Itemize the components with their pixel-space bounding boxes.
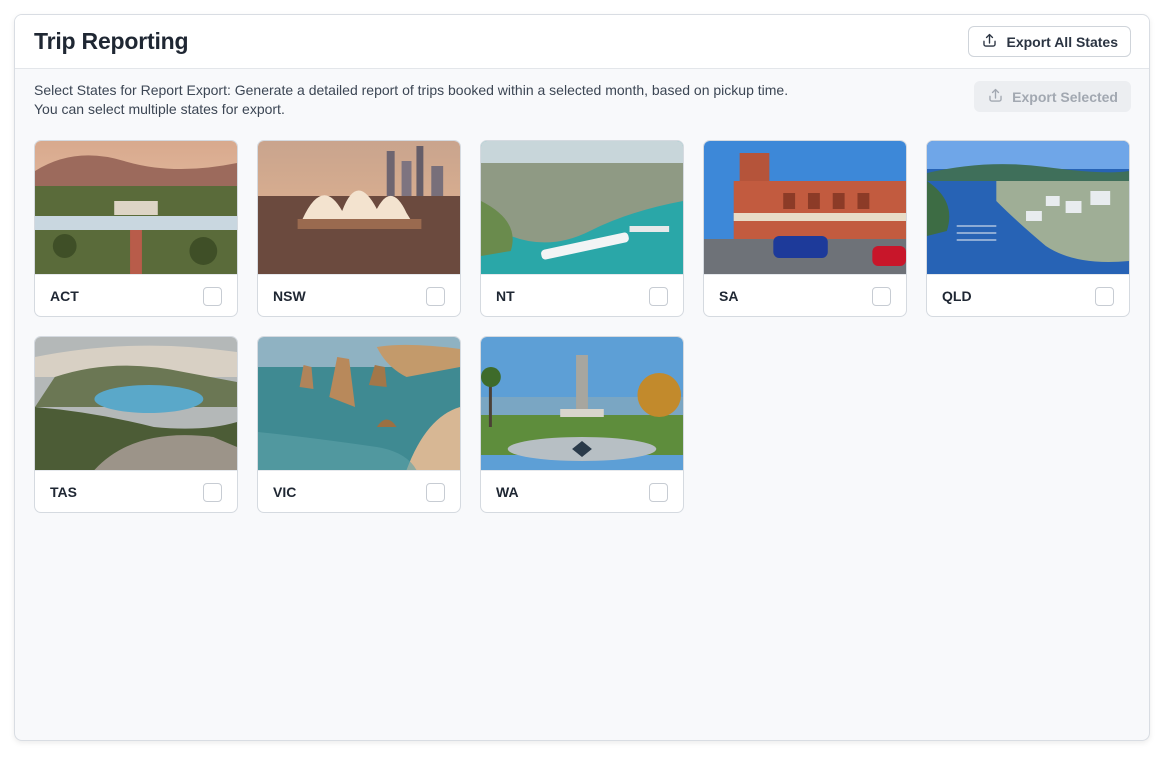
state-label: VIC	[273, 484, 297, 500]
card-footer: WA	[481, 470, 683, 512]
state-label: QLD	[942, 288, 972, 304]
state-card-tas[interactable]: TAS	[34, 336, 238, 513]
nsw-photo	[258, 141, 460, 274]
state-checkbox-sa[interactable]	[872, 286, 891, 306]
export-all-states-button[interactable]: Export All States	[968, 26, 1131, 57]
tas-photo	[35, 337, 237, 470]
export-selected-button[interactable]: Export Selected	[974, 81, 1131, 112]
vic-photo	[258, 337, 460, 470]
upload-icon	[981, 32, 998, 52]
card-footer: TAS	[35, 470, 237, 512]
export-all-states-label: Export All States	[1006, 33, 1118, 50]
qld-photo	[927, 141, 1129, 274]
sa-photo	[704, 141, 906, 274]
description: Select States for Report Export: Generat…	[34, 81, 788, 119]
page-title: Trip Reporting	[34, 28, 189, 54]
card-footer: NSW	[258, 274, 460, 316]
state-label: NSW	[273, 288, 306, 304]
card-footer: QLD	[927, 274, 1129, 316]
act-photo	[35, 141, 237, 274]
card-footer: ACT	[35, 274, 237, 316]
card-footer: SA	[704, 274, 906, 316]
state-label: WA	[496, 484, 519, 500]
state-checkbox-nt[interactable]	[649, 286, 668, 306]
state-checkbox-tas[interactable]	[203, 482, 222, 502]
trip-reporting-panel: Trip Reporting Export All States Select …	[14, 14, 1150, 741]
card-footer: NT	[481, 274, 683, 316]
state-checkbox-act[interactable]	[203, 286, 222, 306]
state-checkbox-nsw[interactable]	[426, 286, 445, 306]
wa-photo	[481, 337, 683, 470]
state-card-sa[interactable]: SA	[703, 140, 907, 317]
description-row: Select States for Report Export: Generat…	[15, 69, 1149, 141]
upload-icon	[987, 87, 1004, 107]
state-card-wa[interactable]: WA	[480, 336, 684, 513]
export-selected-label: Export Selected	[1012, 88, 1118, 105]
state-label: TAS	[50, 484, 77, 500]
nt-photo	[481, 141, 683, 274]
card-footer: VIC	[258, 470, 460, 512]
state-label: ACT	[50, 288, 79, 304]
state-card-nsw[interactable]: NSW	[257, 140, 461, 317]
state-checkbox-vic[interactable]	[426, 482, 445, 502]
state-card-vic[interactable]: VIC	[257, 336, 461, 513]
state-card-grid: ACT NSW NT SA QLD TAS VIC WA	[34, 140, 1130, 513]
description-line-1: Select States for Report Export: Generat…	[34, 82, 789, 98]
state-checkbox-qld[interactable]	[1095, 286, 1114, 306]
panel-header: Trip Reporting Export All States	[15, 15, 1149, 69]
state-label: NT	[496, 288, 515, 304]
state-card-qld[interactable]: QLD	[926, 140, 1130, 317]
state-checkbox-wa[interactable]	[649, 482, 668, 502]
state-card-nt[interactable]: NT	[480, 140, 684, 317]
state-card-act[interactable]: ACT	[34, 140, 238, 317]
state-label: SA	[719, 288, 739, 304]
description-line-2: You can select multiple states for expor…	[34, 101, 285, 117]
